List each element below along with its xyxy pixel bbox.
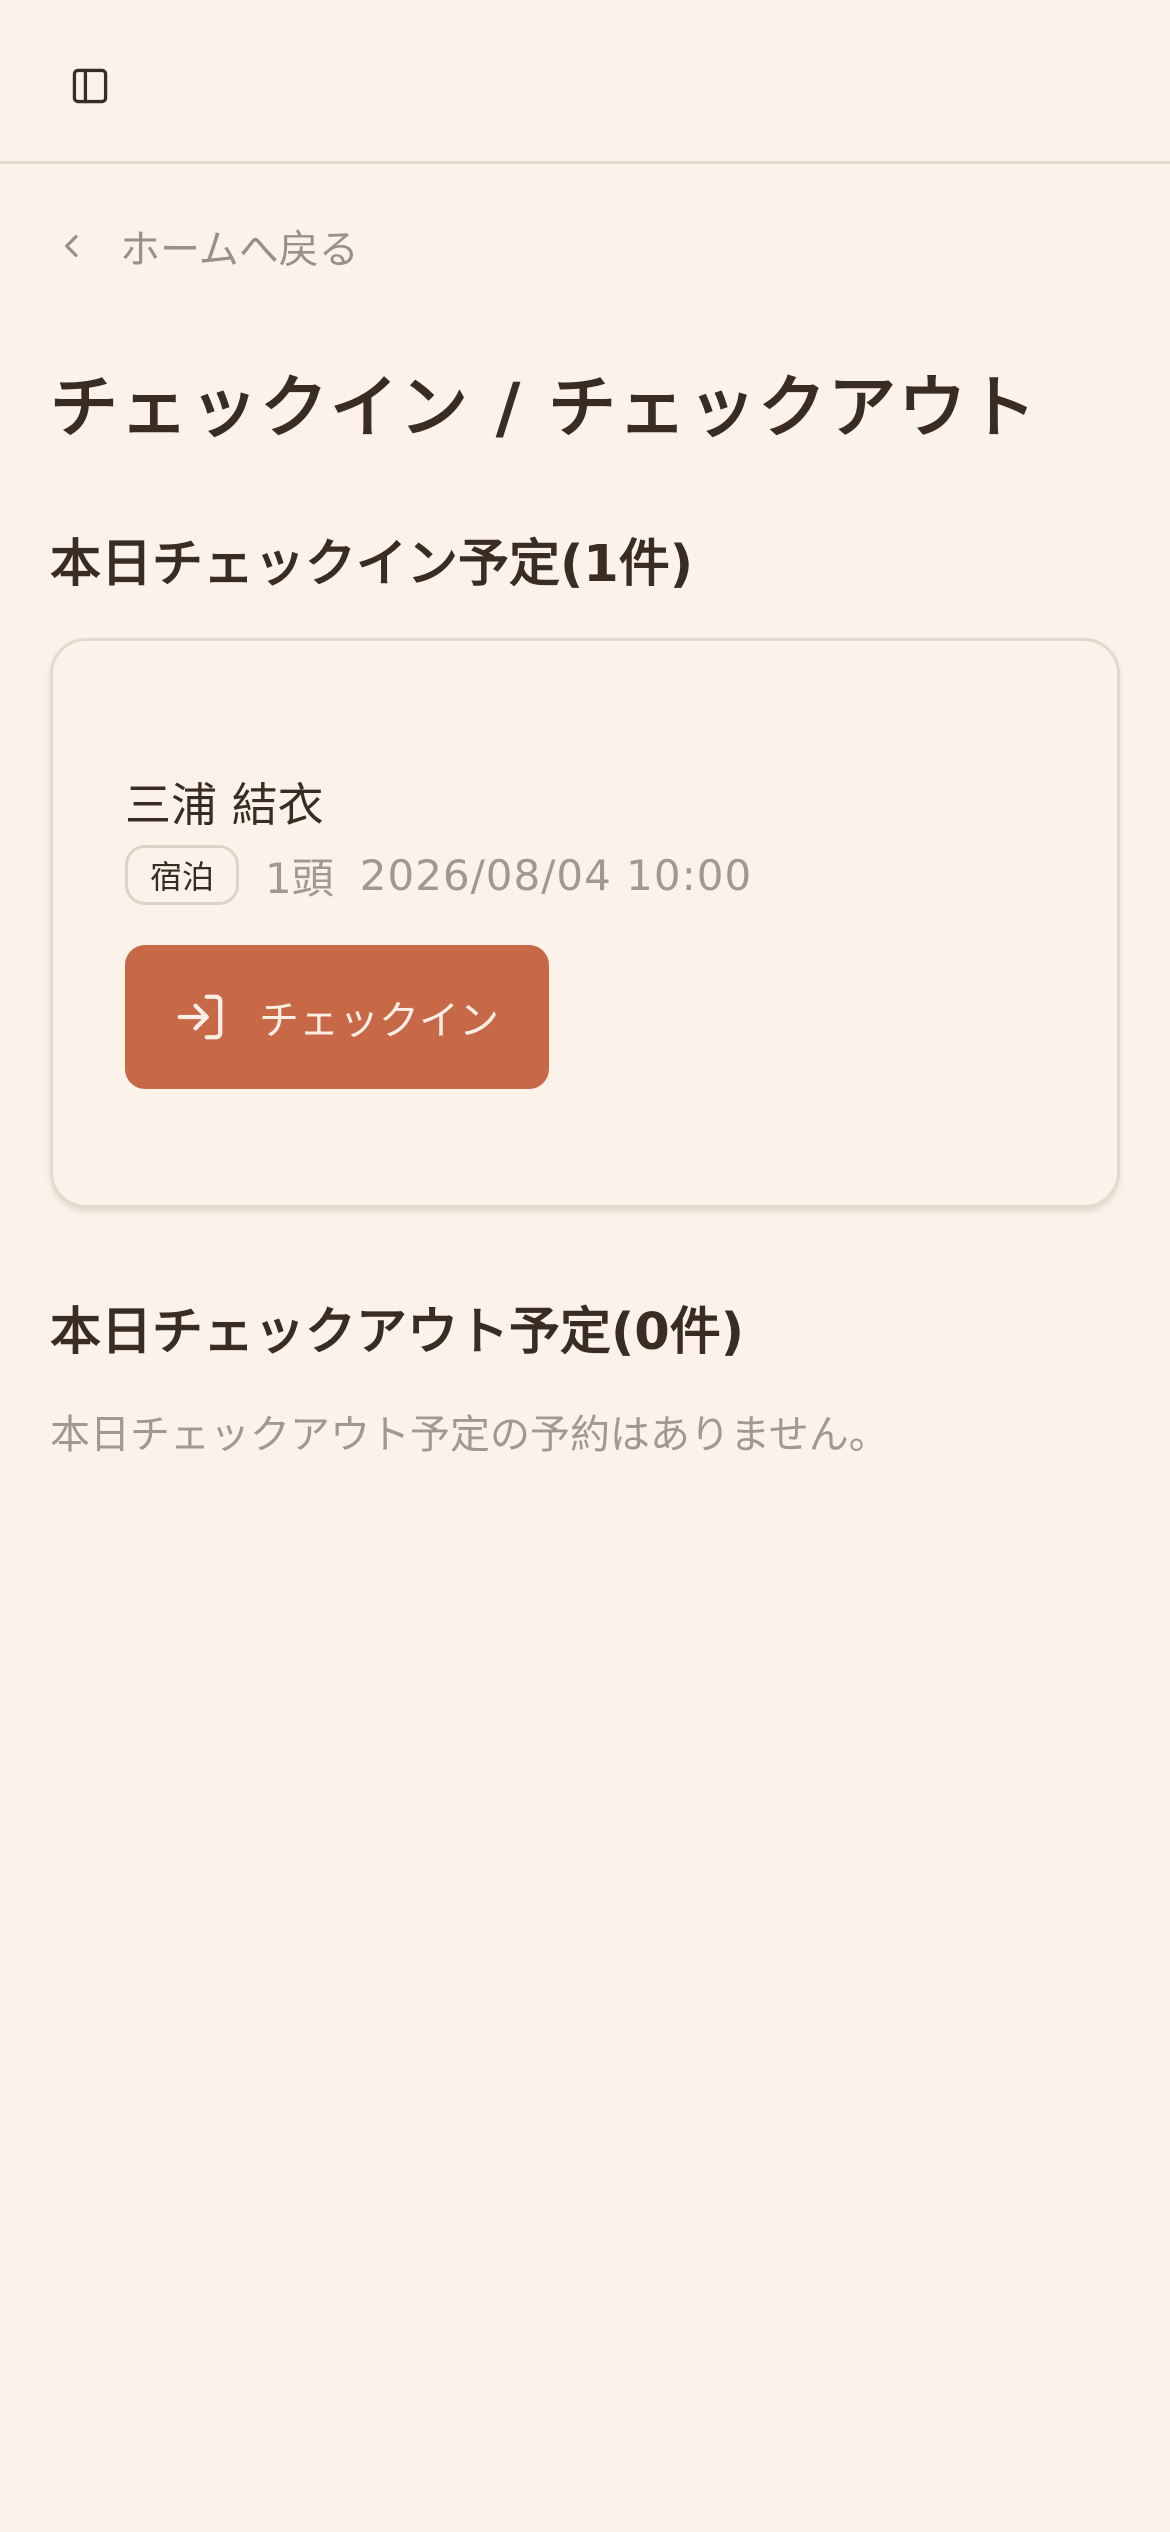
checkin-button-label: チェックイン	[259, 998, 499, 1044]
sidebar-panel-icon	[72, 68, 108, 104]
log-in-icon	[173, 989, 229, 1045]
reservation-meta: 宿泊 1頭 2026/08/04 10:00	[125, 843, 752, 907]
back-link-label: ホームへ戻る	[120, 227, 359, 273]
stay-type-badge: 宿泊	[125, 845, 240, 905]
checkin-section-title: 本日チェックイン予定(1件)	[50, 535, 694, 594]
reservation-card: 三浦 結衣 宿泊 1頭 2026/08/04 10:00 チェックイン	[50, 638, 1120, 1208]
chevron-left-icon	[56, 228, 92, 264]
page-title: チェックイン / チェックアウト	[50, 369, 1039, 448]
checkout-section-title: 本日チェックアウト予定(0件)	[50, 1303, 745, 1362]
checkin-button[interactable]: チェックイン	[125, 945, 549, 1089]
pet-count: 1頭	[265, 853, 334, 903]
sidebar-toggle-button[interactable]	[62, 58, 118, 114]
guest-name: 三浦 結衣	[125, 778, 324, 832]
reservation-datetime: 2026/08/04 10:00	[359, 850, 753, 900]
checkout-empty-message: 本日チェックアウト予定の予約はありません。	[50, 1412, 889, 1458]
top-bar	[0, 0, 1170, 164]
back-to-home-link[interactable]: ホームへ戻る	[56, 218, 359, 274]
